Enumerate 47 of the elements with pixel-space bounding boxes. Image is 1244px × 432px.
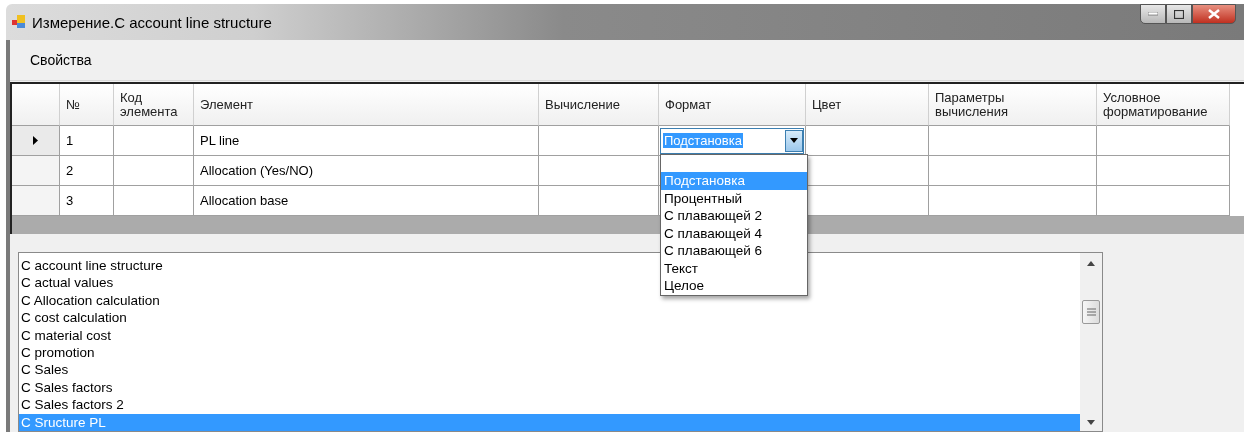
dropdown-option[interactable]: Процентный	[661, 189, 807, 207]
table-cell: Allocation (Yes/NO)	[194, 156, 539, 186]
scroll-thumb[interactable]	[1082, 300, 1100, 324]
dropdown-option[interactable]: С плавающей 2	[661, 207, 807, 225]
maximize-button[interactable]	[1166, 4, 1192, 24]
row-header-corner	[12, 84, 60, 126]
dropdown-option[interactable]: Целое	[661, 277, 807, 295]
list-item[interactable]: C account line structure	[19, 257, 163, 275]
list-item[interactable]: C actual values	[19, 274, 114, 292]
caret-icon	[790, 138, 798, 143]
table-cell: PL line	[194, 126, 539, 156]
column-header[interactable]: Код элемента	[114, 84, 194, 126]
table-cell: 2	[60, 156, 114, 186]
close-button[interactable]	[1192, 4, 1236, 24]
maximize-icon	[1174, 9, 1184, 19]
window-title: Измерение.C account line structure	[32, 13, 272, 31]
dropdown-option[interactable]: С плавающей 4	[661, 224, 807, 242]
column-header[interactable]: Цвет	[806, 84, 929, 126]
column-header[interactable]: Формат	[659, 84, 806, 126]
dropdown-option[interactable]: Текст	[661, 259, 807, 277]
column-header[interactable]: Условное форматирование	[1097, 84, 1230, 126]
close-icon	[1208, 9, 1220, 19]
table-cell: 3	[60, 186, 114, 216]
column-header[interactable]: Вычисление	[539, 84, 659, 126]
minimize-icon	[1148, 12, 1158, 16]
scrollbar[interactable]	[1080, 253, 1102, 431]
list-item[interactable]: C promotion	[19, 344, 95, 362]
table-cell: Allocation base	[194, 186, 539, 216]
app-icon	[12, 15, 26, 29]
list-item[interactable]: C Sales factors	[19, 378, 113, 397]
list-item[interactable]: C Sales	[19, 361, 69, 379]
grip-icon	[1086, 308, 1096, 316]
list-item[interactable]: C Allocation calculation	[19, 291, 160, 310]
dropdown-button[interactable]	[785, 129, 803, 152]
scroll-up-icon[interactable]	[1087, 261, 1095, 266]
list-item[interactable]: C cost calculation	[19, 309, 127, 327]
minimize-button[interactable]	[1140, 4, 1166, 24]
column-header[interactable]: Параметры вычисления	[929, 84, 1097, 126]
column-header[interactable]: Элемент	[194, 84, 539, 126]
scroll-down-icon[interactable]	[1087, 420, 1095, 425]
menu-item[interactable]: Свойства	[24, 50, 98, 70]
dropdown-option[interactable]: С плавающей 6	[661, 242, 807, 260]
table-cell: 1	[60, 126, 114, 156]
list-item[interactable]: C material cost	[19, 326, 112, 345]
list-item[interactable]: C Sales factors 2	[19, 396, 124, 414]
column-header[interactable]: №	[60, 84, 114, 126]
current-row-icon	[33, 136, 38, 145]
